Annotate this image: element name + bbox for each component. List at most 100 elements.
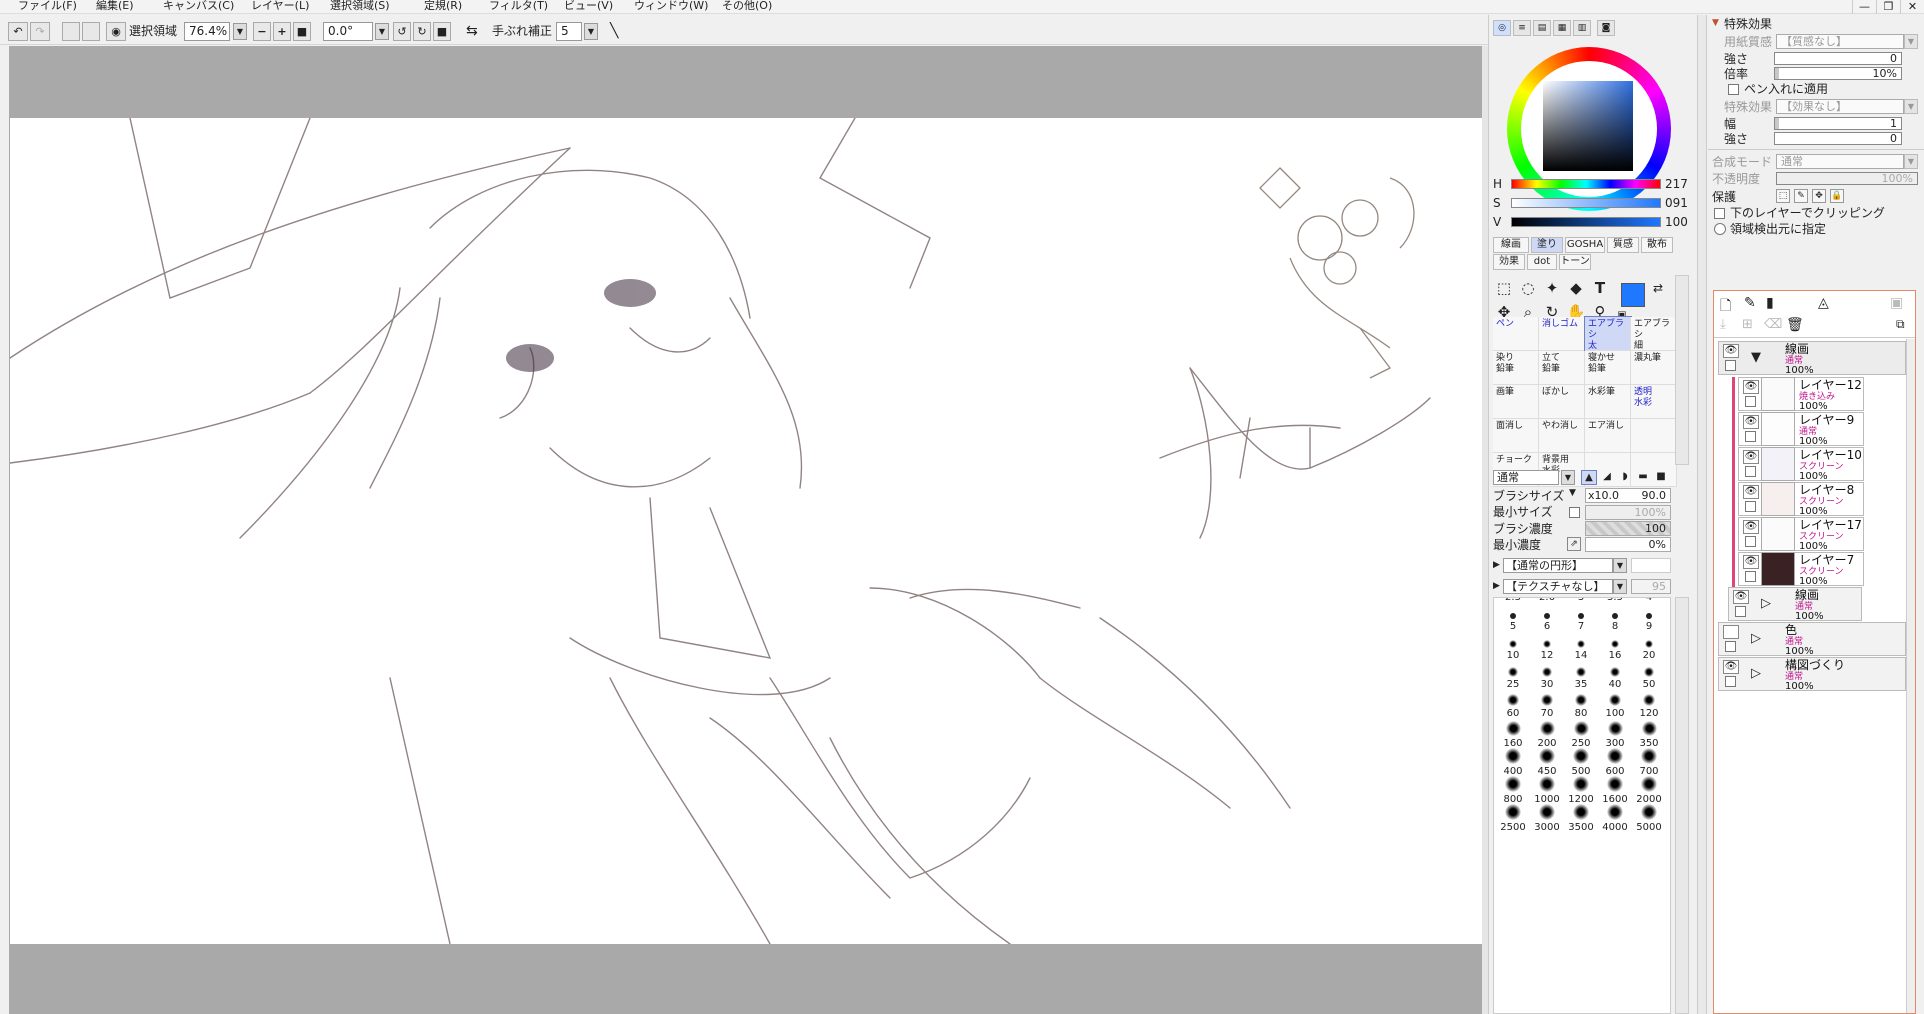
menu-window[interactable]: ウィンドウ(W) [634,0,708,13]
brush-texture-strength[interactable]: 95 [1631,579,1671,594]
eye-icon[interactable]: 👁 [1733,590,1749,604]
rotate-right-icon[interactable]: ↻ [413,22,431,41]
special-effect-select[interactable]: 【効果なし】 [1776,99,1904,114]
redo-icon[interactable]: ↷ [30,22,50,41]
layer-select-checkbox[interactable] [1745,501,1756,512]
menu-canvas[interactable]: キャンバス(C) [163,0,234,13]
rgb-slider-tab-icon[interactable]: ≡ [1513,20,1531,36]
flip-horizontal-icon[interactable]: ⇆ [466,22,478,41]
size-dropdown-icon[interactable]: ▼ [1569,488,1576,498]
clipping-checkbox[interactable] [1714,208,1725,219]
menu-other[interactable]: その他(O) [722,0,772,13]
color-wheel-tab-icon[interactable]: ◎ [1493,20,1511,36]
zoom-field[interactable]: 76.4% [184,22,230,41]
saturation-slider[interactable] [1511,198,1661,208]
brush-slot[interactable]: ペン [1493,317,1539,351]
panel-divider[interactable] [1697,15,1707,1014]
brush-size-scrollbar[interactable] [1675,597,1689,1014]
brush-slot[interactable]: エアブラシ 細 [1631,317,1677,351]
layer-folder-row[interactable]: 👁 ▷ 線画 通常 100% [1728,587,1862,622]
min-size-field[interactable]: 100% [1585,505,1671,520]
protect-draw-icon[interactable]: ✎ [1794,189,1808,203]
brush-size-field[interactable]: x10.0 90.0 [1585,488,1671,503]
apply-pen-checkbox[interactable] [1728,84,1739,95]
strength2-slider[interactable]: 0 [1774,132,1902,145]
tab-dot[interactable]: dot [1527,254,1557,270]
new-linework-layer-icon[interactable]: ✎ [1744,295,1756,311]
hue-slider[interactable] [1511,179,1661,189]
brush-slot[interactable]: エア消し [1585,419,1631,453]
layer-select-checkbox[interactable] [1745,571,1756,582]
layer-row[interactable]: 👁 レイヤー10 スクリーン 100% [1738,447,1864,482]
layer-row[interactable]: 👁 レイヤー7 スクリーン 100% [1738,552,1864,587]
transfer-down-icon[interactable]: ⤓ [1720,317,1726,332]
layer-select-checkbox[interactable] [1745,536,1756,547]
protect-transparency-icon[interactable]: ⬚ [1776,189,1790,203]
brush-size-preset[interactable]: 2500 [1496,800,1530,834]
layer-folder-row[interactable]: 👁 ▷ 構図づくり 通常 100% [1718,657,1906,692]
brush-slot[interactable]: 消しゴム [1539,317,1585,351]
brush-slot[interactable]: 画筆 [1493,385,1539,419]
eye-icon[interactable]: 👁 [1743,415,1759,429]
eye-icon[interactable]: 👁 [1723,344,1739,358]
layer-select-checkbox[interactable] [1725,360,1736,371]
rotation-field[interactable]: 0.0° [323,22,373,41]
fill-icon[interactable]: ◆ [1565,277,1587,299]
tab-texture[interactable]: 質感 [1607,237,1639,253]
folder-collapsed-icon[interactable]: ▷ [1751,666,1761,681]
brush-texture-select[interactable]: 【テクスチャなし】 [1503,579,1613,594]
tab-lineart[interactable]: 線画 [1493,237,1529,253]
brush-size-preset[interactable]: 5000 [1632,800,1666,834]
brush-size-preset[interactable]: 3500 [1564,800,1598,834]
stabilizer-dropdown-icon[interactable]: ▼ [584,23,598,40]
menu-layer[interactable]: レイヤー(L) [251,0,309,13]
magic-wand-icon[interactable]: ✦ [1541,277,1563,299]
zoom-in-icon[interactable]: + [273,22,291,41]
opacity-slider[interactable]: 100% [1776,172,1918,185]
brush-slot[interactable]: 染り 鉛筆 [1493,351,1539,385]
eye-icon[interactable]: 👁 [1743,555,1759,569]
merge-down-icon[interactable]: ⊞ [1742,317,1753,332]
text-tool-icon[interactable]: T [1589,277,1611,299]
brush-slot[interactable]: 濃丸筆 [1631,351,1677,385]
lasso-icon[interactable]: ◌ [1517,277,1539,299]
restore-button[interactable]: ❐ [1876,0,1900,14]
brush-shape-dropdown-icon[interactable]: ▼ [1613,558,1627,573]
brush-blend-mode-select[interactable]: 通常 [1493,470,1559,485]
undo-icon[interactable]: ↶ [8,22,28,41]
layer-mask-icon[interactable]: ◬ [1818,295,1829,311]
layer-folder-row[interactable]: 👁 ▼ 線画 通常 100% [1718,341,1906,376]
layer-folder-row[interactable]: ▷ 色通常 100% [1718,622,1906,657]
menu-ruler[interactable]: 定規(R) [424,0,462,13]
brush-tip-sharp-icon[interactable]: ▲ [1581,470,1597,485]
folder-expanded-icon[interactable]: ▼ [1751,350,1761,365]
rotate-reset-icon[interactable]: ■ [433,22,451,41]
protect-move-icon[interactable]: ✥ [1812,189,1826,203]
straight-line-icon[interactable]: ╲ [610,22,618,41]
eye-icon[interactable]: 👁 [1743,520,1759,534]
invert-selection-icon[interactable] [82,22,100,41]
tab-effect[interactable]: 効果 [1493,254,1525,270]
brush-grid-scrollbar[interactable] [1675,275,1689,465]
eye-icon[interactable]: 👁 [1723,660,1739,674]
stabilizer-field[interactable]: 5 [556,22,582,41]
layer-row[interactable]: 👁 レイヤー17 スクリーン 100% [1738,517,1864,552]
layer-select-checkbox[interactable] [1725,676,1736,687]
rotate-left-icon[interactable]: ↺ [393,22,411,41]
brush-slot[interactable]: 面消し [1493,419,1539,453]
close-button[interactable]: ✕ [1900,0,1924,14]
rect-select-icon[interactable]: ⬚ [1493,277,1515,299]
layer-row[interactable]: 👁 レイヤー8 スクリーン 100% [1738,482,1864,517]
brush-density-field[interactable]: 100 [1585,521,1671,536]
swatches-tab-icon[interactable]: ▥ [1573,20,1591,36]
strength-slider[interactable]: 0 [1774,52,1902,65]
brush-slot[interactable]: やわ消し [1539,419,1585,453]
tab-paint[interactable]: 塗り [1531,237,1563,253]
layer-panel-menu-icon[interactable]: ⧉ [1896,317,1905,332]
rotation-dropdown-icon[interactable]: ▼ [375,23,389,40]
brush-tip-soft-icon[interactable]: ◗ [1617,470,1633,485]
menu-view[interactable]: ビュー(V) [564,0,613,13]
pressure-icon[interactable]: ⇗ [1567,537,1581,551]
new-folder-icon[interactable]: ▮ [1766,295,1774,311]
value-slider[interactable] [1511,217,1661,227]
